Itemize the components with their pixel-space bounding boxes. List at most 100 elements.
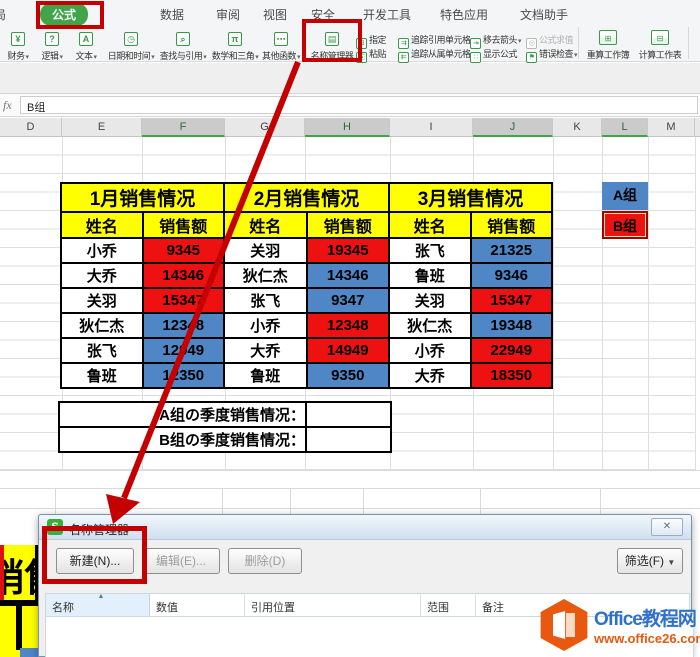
- cell-name[interactable]: 张飞: [223, 287, 308, 314]
- header-cell[interactable]: 销售额: [469, 211, 553, 239]
- list-header-scope[interactable]: 范围: [421, 594, 476, 616]
- cell-name[interactable]: 关羽: [223, 237, 308, 264]
- ribbon-button-date-time[interactable]: ◷ 日期和时间▾: [104, 29, 158, 62]
- cell-value[interactable]: 14346: [305, 262, 390, 289]
- cell-value[interactable]: 12348: [305, 312, 390, 339]
- summary-label[interactable]: B组の季度销售情况：: [58, 426, 307, 453]
- watermark-title: Office教程网: [594, 609, 697, 630]
- tab-view[interactable]: 视图: [263, 6, 287, 23]
- cell-value[interactable]: 19345: [305, 237, 390, 264]
- cell-name[interactable]: 鲁班: [60, 362, 144, 389]
- formula-input[interactable]: B组: [20, 96, 698, 114]
- cell-name[interactable]: 大乔: [388, 362, 472, 389]
- cell-value[interactable]: 14346: [141, 262, 225, 289]
- table-title[interactable]: 2月销售情况: [223, 182, 390, 213]
- ribbon-button-name-manager[interactable]: ▤ 名称管理器: [306, 29, 358, 62]
- table-title[interactable]: 3月销售情况: [388, 182, 553, 213]
- list-header-refers-to[interactable]: 引用位置: [245, 594, 421, 616]
- ribbon-button-trace-dependents[interactable]: ⇇ 追踪从属单元格: [398, 47, 471, 63]
- cell-value[interactable]: 14949: [305, 337, 390, 364]
- cell-value[interactable]: 22949: [469, 337, 553, 364]
- cell-name[interactable]: 鲁班: [388, 262, 472, 289]
- close-icon[interactable]: ✕: [651, 518, 683, 536]
- tab-data[interactable]: 数据: [160, 6, 184, 23]
- ribbon-button-error-checking[interactable]: ⚑ 错误检查▾: [526, 47, 578, 63]
- ribbon-button-finance[interactable]: ¥ 财务▾: [3, 29, 33, 62]
- column-header-d[interactable]: D: [0, 118, 62, 137]
- tab-developer[interactable]: 开发工具: [363, 6, 411, 23]
- column-header-e[interactable]: E: [62, 118, 142, 137]
- ribbon-button-logic[interactable]: ? 逻辑▾: [37, 29, 67, 62]
- column-header-g[interactable]: G: [225, 118, 305, 137]
- cell-name[interactable]: 狄仁杰: [388, 312, 472, 339]
- cell-value[interactable]: 18350: [469, 362, 553, 389]
- tab-doc-assistant[interactable]: 文档助手: [520, 6, 568, 23]
- column-header-f[interactable]: F: [142, 118, 225, 137]
- cell-name[interactable]: 关羽: [388, 287, 472, 314]
- ribbon-button-math-trig[interactable]: π 数学和三角▾: [208, 29, 262, 62]
- cell-value[interactable]: 9345: [141, 237, 225, 264]
- ribbon-button-recalc-workbook[interactable]: ⊞ 重算工作簿: [582, 28, 634, 61]
- calc-worksheet-icon: ⊟: [651, 30, 669, 45]
- cell-name[interactable]: 鲁班: [223, 362, 308, 389]
- cell-name[interactable]: 狄仁杰: [223, 262, 308, 289]
- tab-partial[interactable]: 局: [0, 6, 6, 23]
- new-name-button[interactable]: 新建(N)...: [56, 548, 134, 574]
- ribbon-button-other-functions[interactable]: ⋯ 其他函数▾: [258, 29, 304, 62]
- dialog-titlebar[interactable]: S 名称管理器 ✕: [39, 515, 691, 540]
- summary-value[interactable]: [305, 401, 392, 428]
- sheet-grid[interactable]: 1月销售情况 姓名 销售额 小乔 9345 大乔 14346 关羽 15347 狄仁杰…: [0, 137, 700, 515]
- header-cell[interactable]: 姓名: [388, 211, 472, 239]
- cell-value[interactable]: 12949: [141, 337, 225, 364]
- cell-value[interactable]: 9350: [305, 362, 390, 389]
- cell-name[interactable]: 张飞: [60, 337, 144, 364]
- table-title[interactable]: 1月销售情况: [60, 182, 225, 213]
- ribbon-button-show-formulas[interactable]: ∷ 显示公式: [470, 47, 518, 63]
- tab-formulas[interactable]: 公式: [40, 3, 89, 26]
- ribbon-button-define[interactable]: ⊞ 指定: [356, 33, 387, 49]
- tab-security[interactable]: 安全: [311, 6, 335, 23]
- cell-value[interactable]: 19348: [469, 312, 553, 339]
- column-header-j[interactable]: J: [473, 118, 553, 137]
- ribbon-button-remove-arrows[interactable]: ⇥ 移去箭头▾: [470, 33, 522, 49]
- group-b-cell-selected[interactable]: B组: [602, 211, 648, 239]
- header-cell[interactable]: 姓名: [223, 211, 308, 239]
- cell-value[interactable]: 12350: [141, 362, 225, 389]
- summary-label[interactable]: A组の季度销售情况：: [58, 401, 307, 428]
- cell-value[interactable]: 12348: [141, 312, 225, 339]
- cell-value[interactable]: 9347: [305, 287, 390, 314]
- ribbon-button-calc-worksheet[interactable]: ⊟ 计算工作表: [634, 28, 686, 61]
- cell-value[interactable]: 15347: [469, 287, 553, 314]
- header-cell[interactable]: 销售额: [141, 211, 225, 239]
- cell-value[interactable]: 15347: [141, 287, 225, 314]
- header-cell[interactable]: 销售额: [305, 211, 390, 239]
- cell-name[interactable]: 小乔: [388, 337, 472, 364]
- tab-special-apps[interactable]: 特色应用: [440, 6, 488, 23]
- column-header-l[interactable]: L: [602, 118, 648, 137]
- column-header-h[interactable]: H: [305, 118, 390, 137]
- summary-value[interactable]: [305, 426, 392, 453]
- list-header-name[interactable]: ▲ 名称: [46, 593, 150, 616]
- cell-name[interactable]: 小乔: [60, 237, 144, 264]
- cell-name[interactable]: 狄仁杰: [60, 312, 144, 339]
- list-header-value[interactable]: 数值: [150, 594, 245, 616]
- cell-value[interactable]: 9346: [469, 262, 553, 289]
- filter-button[interactable]: 筛选(F) ▼: [617, 548, 683, 574]
- cell-name[interactable]: 大乔: [223, 337, 308, 364]
- ribbon-button-paste-name[interactable]: ⎘ 粘贴: [356, 47, 387, 63]
- column-header-k[interactable]: K: [553, 118, 602, 137]
- cell-name[interactable]: 大乔: [60, 262, 144, 289]
- cell-name[interactable]: 小乔: [223, 312, 308, 339]
- cell-value[interactable]: 21325: [469, 237, 553, 264]
- column-header-m[interactable]: M: [648, 118, 695, 137]
- ribbon-button-lookup[interactable]: ⌕ 查找与引用▾: [156, 29, 210, 62]
- cell-name[interactable]: 张飞: [388, 237, 472, 264]
- header-cell[interactable]: 姓名: [60, 211, 144, 239]
- ribbon-button-text[interactable]: A 文本▾: [71, 29, 101, 62]
- ribbon-button-trace-precedents[interactable]: ⇉ 追踪引用单元格: [398, 33, 471, 49]
- sales-table-march: 3月销售情况 姓名 销售额 张飞 21325 鲁班 9346 关羽 15347 狄仁杰…: [388, 182, 553, 389]
- cell-name[interactable]: 关羽: [60, 287, 144, 314]
- column-header-i[interactable]: I: [390, 118, 473, 137]
- tab-review[interactable]: 审阅: [216, 6, 240, 23]
- group-a-cell[interactable]: A组: [602, 182, 648, 210]
